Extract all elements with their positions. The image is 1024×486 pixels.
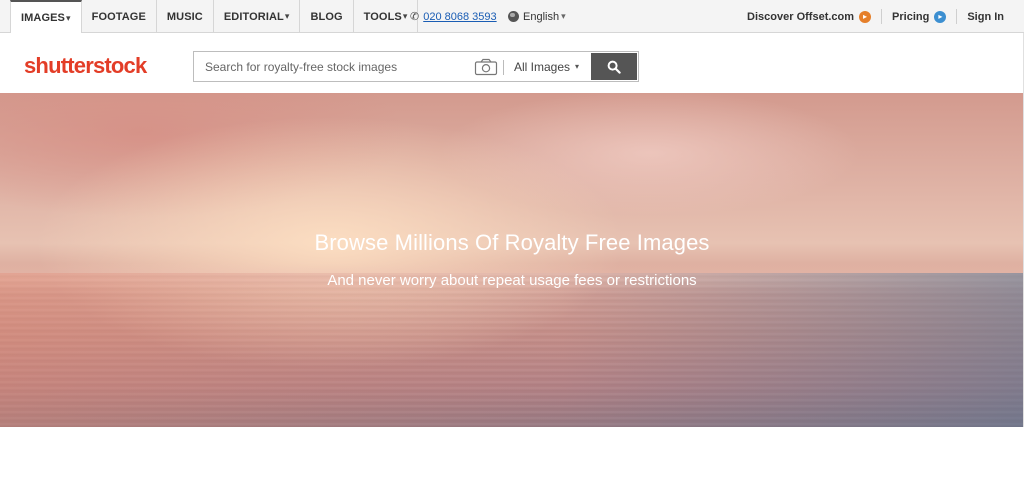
chevron-down-icon: ▾ [66, 12, 71, 23]
camera-icon[interactable] [474, 58, 498, 76]
nav-tabs: IMAGES ▾ FOOTAGE MUSIC EDITORIAL ▾ BLOG TO… [0, 0, 419, 34]
globe-icon [508, 11, 519, 22]
chevron-down-icon: ▾ [402, 11, 408, 21]
hero-banner: Browse Millions Of Royalty Free Images A… [0, 93, 1024, 427]
discover-offset-link[interactable]: Discover Offset.com ▸ [737, 9, 881, 24]
site-header: shutterstock All Images ▾ [0, 33, 1024, 93]
pricing-label: Pricing [892, 10, 930, 23]
hero-subtitle: And never worry about repeat usage fees … [327, 272, 697, 289]
phone-icon: ✆ [410, 11, 420, 23]
tab-footage[interactable]: FOOTAGE [82, 0, 157, 33]
search-icon [607, 60, 621, 74]
hero-sea-background [0, 273, 1024, 427]
orange-arrow-circle-icon: ▸ [859, 10, 872, 23]
search-type-label: All Images [514, 59, 571, 74]
sign-in-label: Sign In [967, 10, 1004, 23]
search-bar: All Images ▾ [193, 51, 639, 82]
tab-blog-label: BLOG [310, 10, 343, 23]
tab-music-label: MUSIC [166, 10, 203, 23]
top-navigation-bar: IMAGES ▾ FOOTAGE MUSIC EDITORIAL ▾ BLOG TO… [0, 0, 1024, 34]
search-divider [503, 60, 504, 75]
tab-tools[interactable]: TOOLS ▾ [354, 0, 419, 33]
hero-title: Browse Millions Of Royalty Free Images [314, 230, 710, 255]
tab-blog[interactable]: BLOG [300, 0, 354, 33]
chevron-down-icon: ▾ [561, 11, 566, 21]
tab-images[interactable]: IMAGES ▾ [10, 0, 82, 34]
tab-images-label: IMAGES [21, 12, 65, 24]
chevron-down-icon: ▾ [575, 62, 580, 71]
sign-in-link[interactable]: Sign In [956, 9, 1014, 24]
phone-number-link[interactable]: 020 8068 3593 [423, 11, 496, 23]
tab-editorial[interactable]: EDITORIAL ▾ [214, 0, 301, 33]
tab-music[interactable]: MUSIC [157, 0, 214, 33]
search-type-dropdown[interactable]: All Images ▾ [514, 52, 579, 81]
tab-footage-label: FOOTAGE [91, 10, 146, 23]
tab-tools-label: TOOLS [363, 10, 402, 23]
pricing-link[interactable]: Pricing ▸ [881, 9, 956, 24]
language-label: English [523, 10, 560, 23]
search-button[interactable] [591, 53, 637, 80]
chevron-down-icon: ▾ [284, 11, 290, 21]
discover-offset-label: Discover Offset.com [747, 10, 855, 23]
account-links: Discover Offset.com ▸ Pricing ▸ Sign In [737, 0, 1014, 33]
language-selector[interactable]: English ▾ [508, 0, 566, 33]
search-input[interactable] [194, 52, 464, 81]
blue-arrow-circle-icon: ▸ [934, 10, 947, 23]
phone-contact: ✆ 020 8068 3593 [410, 0, 497, 33]
shutterstock-logo[interactable]: shutterstock [24, 54, 147, 78]
tab-editorial-label: EDITORIAL [223, 10, 284, 23]
